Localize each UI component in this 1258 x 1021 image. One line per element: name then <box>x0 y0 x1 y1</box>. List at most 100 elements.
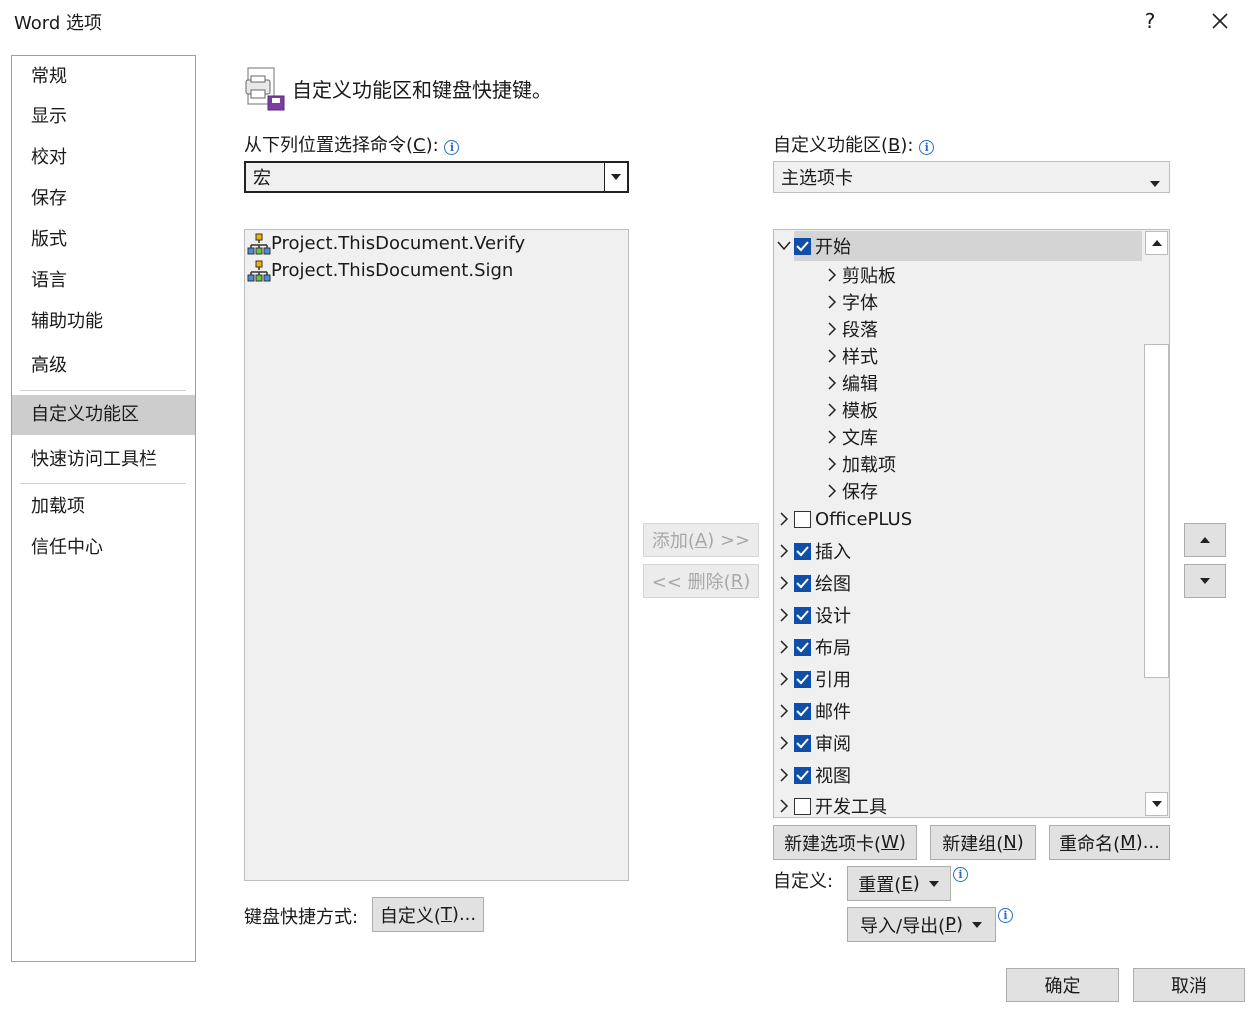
info-icon: i <box>998 908 1013 923</box>
tab-checkbox[interactable] <box>794 237 811 255</box>
nav-item-customize-ribbon[interactable]: 自定义功能区 <box>12 395 195 435</box>
macro-icon <box>247 260 271 281</box>
tab-checkbox[interactable] <box>794 606 811 624</box>
tab-checkbox[interactable] <box>794 510 811 528</box>
chevron-right-icon[interactable] <box>822 376 842 390</box>
chevron-right-icon[interactable] <box>822 484 842 498</box>
ok-button[interactable]: 确定 <box>1006 968 1119 1002</box>
nav-item-language[interactable]: 语言 <box>12 262 195 300</box>
scroll-up-arrow-icon[interactable] <box>1145 231 1168 255</box>
tree-tab-item[interactable]: 绘图 <box>774 569 851 597</box>
tree-tab-item[interactable]: 审阅 <box>774 729 851 757</box>
chevron-right-icon[interactable] <box>822 268 842 282</box>
tree-tab-item[interactable]: 布局 <box>774 633 851 661</box>
chevron-right-icon[interactable] <box>822 322 842 336</box>
tree-tab-item[interactable]: 插入 <box>774 537 851 565</box>
tree-group-item[interactable]: 模板 <box>822 396 878 424</box>
customize-keyboard-button[interactable]: 自定义(T)... <box>372 897 484 932</box>
chevron-right-icon[interactable] <box>774 768 794 782</box>
remove-button[interactable]: << 删除(R) <box>643 564 759 598</box>
nav-item-save[interactable]: 保存 <box>12 180 195 218</box>
tree-tab-item[interactable]: 设计 <box>774 601 851 629</box>
chevron-right-icon[interactable] <box>822 457 842 471</box>
customize-ribbon-label: 自定义功能区(B): i <box>773 131 935 157</box>
tree-tab-item[interactable]: OfficePLUS <box>774 505 912 533</box>
nav-item-accessibility[interactable]: 辅助功能 <box>12 303 195 341</box>
move-down-button[interactable] <box>1184 564 1226 598</box>
chevron-right-icon[interactable] <box>774 640 794 654</box>
tree-tab-item[interactable]: 开发工具 <box>774 792 887 817</box>
tab-checkbox[interactable] <box>794 574 811 592</box>
tree-group-item[interactable]: 字体 <box>822 288 878 316</box>
ribbon-tree[interactable]: 开始 剪贴板 字体 段落 样式 编辑 模板 文库 加载项 保存 OfficePL… <box>773 229 1170 818</box>
chevron-down-icon <box>971 921 982 928</box>
nav-item-proofing[interactable]: 校对 <box>12 139 195 177</box>
list-item[interactable]: Project.ThisDocument.Verify <box>247 230 525 257</box>
customize-ribbon-icon <box>244 66 286 116</box>
tree-group-item[interactable]: 样式 <box>822 342 878 370</box>
chevron-right-icon[interactable] <box>822 295 842 309</box>
tab-checkbox[interactable] <box>794 797 811 815</box>
nav-item-display[interactable]: 显示 <box>12 98 195 136</box>
chevron-right-icon[interactable] <box>774 799 794 813</box>
info-icon: i <box>919 140 935 155</box>
tree-scrollbar[interactable] <box>1144 230 1169 817</box>
tab-checkbox[interactable] <box>794 734 811 752</box>
nav-item-trust-center[interactable]: 信任中心 <box>12 529 195 567</box>
nav-item-layout[interactable]: 版式 <box>12 221 195 259</box>
chevron-right-icon[interactable] <box>774 608 794 622</box>
tab-checkbox[interactable] <box>794 670 811 688</box>
nav-divider <box>20 483 186 484</box>
chevron-right-icon[interactable] <box>822 403 842 417</box>
tab-checkbox[interactable] <box>794 766 811 784</box>
chevron-right-icon[interactable] <box>774 672 794 686</box>
list-item[interactable]: Project.ThisDocument.Sign <box>247 257 513 284</box>
chevron-right-icon[interactable] <box>774 512 794 526</box>
import-export-dropdown-button[interactable]: 导入/导出(P) <box>847 907 996 942</box>
keyboard-shortcuts-label: 键盘快捷方式: <box>244 907 359 928</box>
chevron-down-icon[interactable] <box>774 241 794 251</box>
nav-item-general[interactable]: 常规 <box>12 58 195 96</box>
add-button[interactable]: 添加(A) >> <box>643 523 759 557</box>
tab-checkbox[interactable] <box>794 542 811 560</box>
info-icon: i <box>444 140 460 155</box>
info-icon: i <box>953 867 968 882</box>
scroll-thumb[interactable] <box>1144 344 1169 678</box>
help-button[interactable]: ? <box>1132 6 1168 36</box>
chevron-right-icon[interactable] <box>822 430 842 444</box>
commands-list[interactable]: Project.ThisDocument.Verify Project.This… <box>244 229 629 881</box>
window-title: Word 选项 <box>14 13 102 34</box>
rename-button[interactable]: 重命名(M)... <box>1049 825 1170 860</box>
scroll-down-arrow-icon[interactable] <box>1145 792 1168 816</box>
chevron-right-icon[interactable] <box>822 349 842 363</box>
reset-dropdown-button[interactable]: 重置(E) <box>847 866 951 901</box>
tree-group-item[interactable]: 段落 <box>822 315 878 343</box>
new-group-button[interactable]: 新建组(N) <box>930 825 1036 860</box>
tree-group-item[interactable]: 剪贴板 <box>822 261 896 289</box>
nav-item-advanced[interactable]: 高级 <box>12 347 195 385</box>
tree-tab-home[interactable]: 开始 <box>774 232 851 260</box>
nav-item-quick-access-toolbar[interactable]: 快速访问工具栏 <box>12 441 195 479</box>
tab-checkbox[interactable] <box>794 702 811 720</box>
close-button[interactable] <box>1202 6 1238 36</box>
tree-group-item[interactable]: 编辑 <box>822 369 878 397</box>
new-tab-button[interactable]: 新建选项卡(W) <box>773 825 917 860</box>
tree-tab-item[interactable]: 引用 <box>774 665 851 693</box>
chevron-right-icon[interactable] <box>774 736 794 750</box>
tree-group-item[interactable]: 保存 <box>822 477 878 505</box>
tree-group-item[interactable]: 加载项 <box>822 450 896 478</box>
chevron-right-icon[interactable] <box>774 704 794 718</box>
tree-group-item[interactable]: 文库 <box>822 423 878 451</box>
page-title: 自定义功能区和键盘快捷键。 <box>292 78 552 102</box>
ribbon-tabs-dropdown[interactable]: 主选项卡 <box>773 161 1170 193</box>
cancel-button[interactable]: 取消 <box>1133 968 1245 1002</box>
tab-checkbox[interactable] <box>794 638 811 656</box>
nav-item-addins[interactable]: 加载项 <box>12 488 195 526</box>
tree-tab-item[interactable]: 视图 <box>774 761 851 789</box>
commands-from-dropdown[interactable]: 宏 <box>244 161 629 193</box>
move-up-button[interactable] <box>1184 523 1226 557</box>
chevron-right-icon[interactable] <box>774 576 794 590</box>
chevron-right-icon[interactable] <box>774 544 794 558</box>
tree-tab-item[interactable]: 邮件 <box>774 697 851 725</box>
nav-divider <box>20 390 186 391</box>
